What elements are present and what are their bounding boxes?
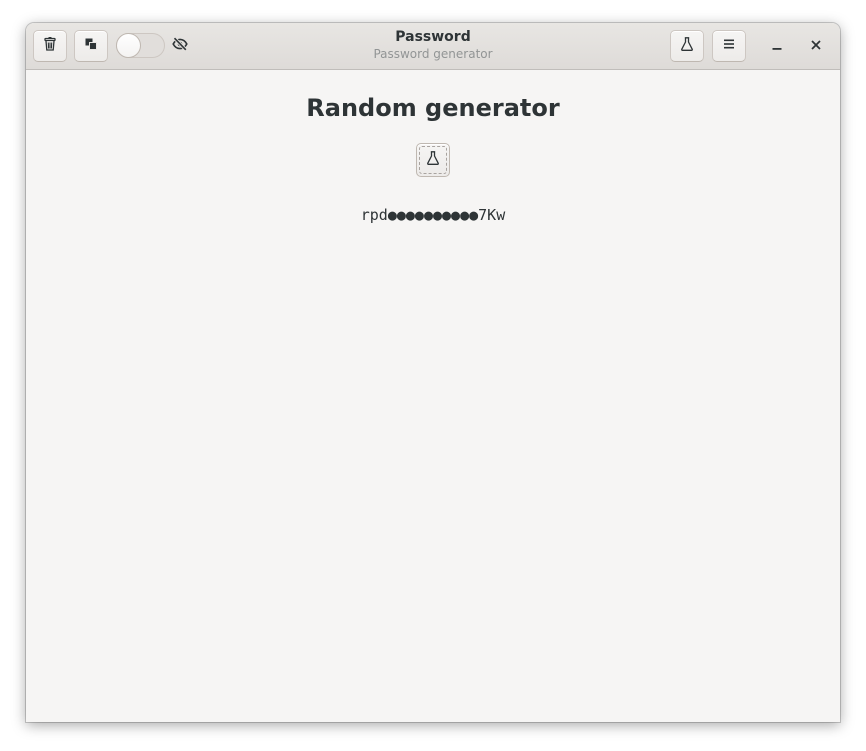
hamburger-menu-icon bbox=[721, 36, 737, 56]
password-display[interactable]: rpd●●●●●●●●●●7Kw bbox=[26, 205, 840, 225]
copy-button[interactable] bbox=[74, 30, 108, 62]
close-icon bbox=[809, 37, 823, 56]
trash-button[interactable] bbox=[33, 30, 67, 62]
minimize-icon bbox=[770, 37, 784, 56]
main-content: Random generator rpd●●●●●●●●●●7Kw bbox=[26, 70, 840, 722]
toggle-knob bbox=[116, 33, 141, 58]
visibility-toggle[interactable] bbox=[171, 36, 189, 56]
toggle-switch[interactable] bbox=[116, 33, 165, 58]
copy-icon bbox=[83, 36, 99, 56]
eye-off-icon bbox=[172, 36, 188, 56]
generate-button[interactable] bbox=[416, 143, 450, 177]
main-menu-button[interactable] bbox=[712, 30, 746, 62]
page-heading: Random generator bbox=[306, 94, 560, 122]
close-button[interactable] bbox=[806, 36, 826, 56]
flask-icon bbox=[425, 150, 441, 170]
minimize-button[interactable] bbox=[767, 36, 787, 56]
trash-icon bbox=[42, 36, 58, 56]
app-window: Password Password generator Random gener… bbox=[26, 23, 840, 722]
flask-icon bbox=[679, 36, 695, 56]
flask-button[interactable] bbox=[670, 30, 704, 62]
header-bar: Password Password generator bbox=[26, 23, 840, 70]
